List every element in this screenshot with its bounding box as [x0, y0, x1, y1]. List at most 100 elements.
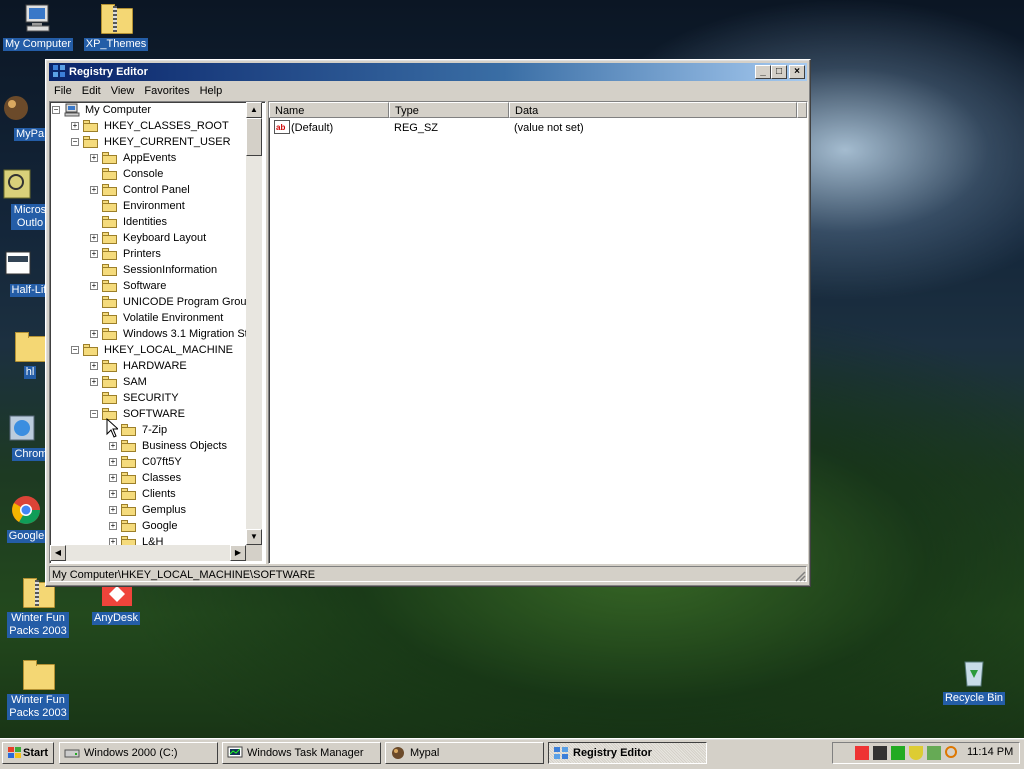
- tree-node[interactable]: − HKEY_LOCAL_MACHINE: [50, 342, 246, 358]
- expand-toggle-icon[interactable]: +: [90, 154, 98, 162]
- menu-file[interactable]: File: [49, 82, 77, 100]
- expand-toggle-icon[interactable]: +: [90, 186, 98, 194]
- tree-vertical-scrollbar[interactable]: ▲ ▼: [246, 102, 262, 545]
- tree-node[interactable]: Environment: [50, 198, 246, 214]
- monitor-tray-icon[interactable]: [891, 746, 905, 760]
- tree-node[interactable]: + HKEY_CLASSES_ROOT: [50, 118, 246, 134]
- scroll-up-button[interactable]: ▲: [246, 102, 262, 118]
- desktop-icon-my-computer[interactable]: My Computer: [0, 2, 76, 51]
- value-data: (value not set): [514, 122, 584, 134]
- expand-toggle-icon[interactable]: +: [109, 458, 117, 466]
- expand-toggle-icon[interactable]: +: [90, 234, 98, 242]
- tree-node[interactable]: Identities: [50, 214, 246, 230]
- expand-toggle-icon[interactable]: +: [109, 474, 117, 482]
- folder-icon: [102, 248, 118, 260]
- minimize-button[interactable]: _: [755, 65, 771, 79]
- close-button[interactable]: ×: [789, 65, 805, 79]
- tree-node[interactable]: + Control Panel: [50, 182, 246, 198]
- tree-node[interactable]: SECURITY: [50, 390, 246, 406]
- menu-view[interactable]: View: [106, 82, 140, 100]
- taskbar-button-task-manager[interactable]: Windows Task Manager: [222, 742, 381, 764]
- column-header-data[interactable]: Data: [509, 102, 797, 118]
- tree-node[interactable]: UNICODE Program Groups: [50, 294, 258, 310]
- column-header-type[interactable]: Type: [389, 102, 509, 118]
- expand-toggle-icon[interactable]: +: [90, 250, 98, 258]
- desktop-icon-recycle-bin[interactable]: Recycle Bin: [936, 656, 1012, 705]
- scroll-right-button[interactable]: ▶: [230, 545, 246, 561]
- tree-node[interactable]: − SOFTWARE: [50, 406, 246, 422]
- expand-toggle-icon[interactable]: +: [90, 378, 98, 386]
- collapse-toggle-icon[interactable]: −: [71, 346, 79, 354]
- expand-toggle-icon[interactable]: +: [90, 282, 98, 290]
- clock[interactable]: 11:14 PM: [967, 746, 1013, 758]
- tree-node[interactable]: + Clients: [50, 486, 246, 502]
- collapse-toggle-icon[interactable]: −: [90, 410, 98, 418]
- taskbar-button-registry-editor[interactable]: Registry Editor: [548, 742, 707, 764]
- scroll-left-button[interactable]: ◀: [50, 545, 66, 561]
- string-value-icon: ab: [274, 120, 290, 134]
- tree-node[interactable]: + Keyboard Layout: [50, 230, 246, 246]
- tree-horizontal-scrollbar[interactable]: ◀ ▶: [50, 545, 246, 561]
- tree-node[interactable]: + HARDWARE: [50, 358, 246, 374]
- network-tray-icon[interactable]: [873, 746, 887, 760]
- menu-edit[interactable]: Edit: [77, 82, 106, 100]
- key-tree-pane[interactable]: − My Computer + HKEY_CLASSES_ROOT − HKEY_CURR…: [49, 101, 266, 564]
- recycle-bin-icon: [958, 656, 990, 688]
- folder-icon: [121, 424, 137, 436]
- desktop-icon-label: Winter Fun Packs 2003: [7, 612, 69, 638]
- tree-node[interactable]: + AppEvents: [50, 150, 246, 166]
- tree-node[interactable]: + Printers: [50, 246, 246, 262]
- desktop-icon-winter-fun-packs-2[interactable]: Winter Fun Packs 2003: [0, 658, 76, 720]
- taskbar-button-windows-2000[interactable]: Windows 2000 (C:): [59, 742, 218, 764]
- expand-toggle-icon[interactable]: +: [90, 362, 98, 370]
- tree-node[interactable]: + Classes: [50, 470, 246, 486]
- tools-tray-icon[interactable]: [927, 746, 941, 760]
- start-label: Start: [23, 747, 49, 759]
- values-pane[interactable]: Name Type Data ab (Default) REG_SZ (valu…: [268, 101, 808, 564]
- tree-node[interactable]: + Software: [50, 278, 246, 294]
- tree-node[interactable]: − My Computer: [50, 102, 246, 118]
- folder-icon: [14, 330, 47, 362]
- svg-text:ab: ab: [276, 123, 285, 132]
- tree-node[interactable]: + Gemplus: [50, 502, 246, 518]
- tree-node[interactable]: + C07ft5Y: [50, 454, 246, 470]
- expand-toggle-icon[interactable]: +: [90, 330, 98, 338]
- desktop-icon-label: XP_Themes: [83, 38, 149, 51]
- resize-grip-icon[interactable]: [794, 570, 806, 582]
- expand-toggle-icon[interactable]: +: [109, 442, 117, 450]
- menu-favorites[interactable]: Favorites: [139, 82, 194, 100]
- taskbar-button-mypal[interactable]: Mypal: [385, 742, 544, 764]
- chrome-installer-icon: [6, 412, 38, 444]
- tree-node-label: HKEY_CLASSES_ROOT: [104, 120, 229, 132]
- column-header-name[interactable]: Name: [269, 102, 389, 118]
- tree-node[interactable]: + SAM: [50, 374, 246, 390]
- expand-toggle-icon[interactable]: +: [109, 522, 117, 530]
- menu-help[interactable]: Help: [195, 82, 228, 100]
- tree-node[interactable]: Console: [50, 166, 246, 182]
- security-shield-icon[interactable]: [909, 746, 923, 760]
- desktop-icon-xp-themes[interactable]: XP_Themes: [78, 2, 154, 51]
- expand-toggle-icon[interactable]: +: [109, 506, 117, 514]
- tree-node[interactable]: − HKEY_CURRENT_USER: [50, 134, 246, 150]
- tree-node[interactable]: + Business Objects: [50, 438, 246, 454]
- tree-node-label: Control Panel: [123, 184, 190, 196]
- start-button[interactable]: Start: [2, 742, 54, 764]
- tree-node-label: Volatile Environment: [123, 312, 224, 324]
- expand-toggle-icon[interactable]: +: [109, 490, 117, 498]
- maximize-button[interactable]: □: [771, 65, 787, 79]
- scroll-down-button[interactable]: ▼: [246, 529, 262, 545]
- search-tray-icon[interactable]: [945, 746, 957, 758]
- anydesk-tray-icon[interactable]: [855, 746, 869, 760]
- tree-node[interactable]: SessionInformation: [50, 262, 246, 278]
- collapse-toggle-icon[interactable]: −: [52, 106, 60, 114]
- collapse-toggle-icon[interactable]: −: [71, 138, 79, 146]
- tree-node[interactable]: Volatile Environment: [50, 310, 246, 326]
- expand-toggle-icon[interactable]: +: [71, 122, 79, 130]
- scroll-thumb[interactable]: [246, 118, 262, 156]
- title-bar[interactable]: Registry Editor _ □ ×: [49, 63, 807, 81]
- desktop-icon-label: hl: [23, 366, 37, 379]
- tree-node[interactable]: + Google: [50, 518, 246, 534]
- tree-node[interactable]: + Windows 3.1 Migration Sta: [50, 326, 254, 342]
- tree-node[interactable]: 7-Zip: [50, 422, 246, 438]
- taskbar-button-label: Registry Editor: [573, 747, 652, 759]
